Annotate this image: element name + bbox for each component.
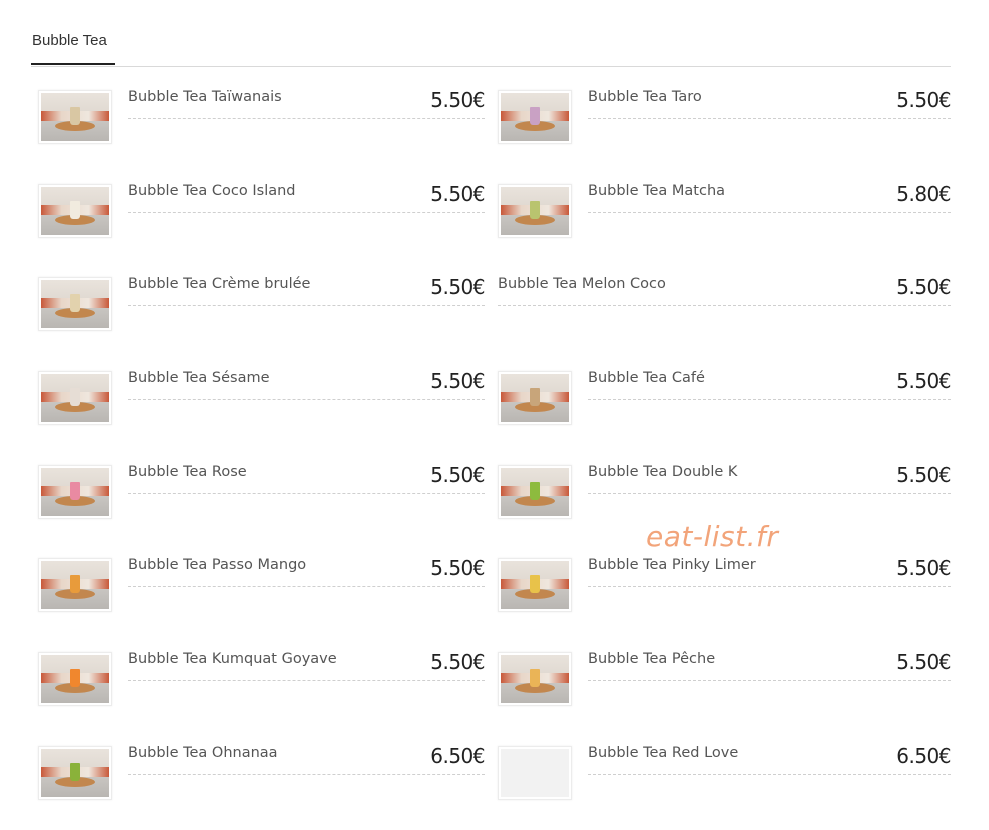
dotted-divider	[588, 399, 951, 401]
dotted-divider	[128, 680, 485, 682]
menu-item-name: Bubble Tea Kumquat Goyave	[128, 651, 337, 668]
menu-item-price: 5.50€	[896, 556, 951, 581]
menu-item-name: Bubble Tea Taïwanais	[128, 89, 282, 105]
menu-item-name: Bubble Tea Red Love	[588, 744, 739, 761]
menu-item-name: Bubble Tea Melon Coco	[498, 276, 666, 293]
dotted-divider	[128, 211, 485, 213]
menu-item-price: 5.80€	[896, 181, 951, 206]
menu-item-name: Bubble Tea Sésame	[128, 370, 270, 387]
menu-item-price: 5.50€	[430, 275, 485, 300]
dotted-divider	[588, 773, 951, 775]
menu-item[interactable]: Bubble Tea Taïwanais 5.50€	[31, 80, 491, 174]
menu-item[interactable]: Bubble Tea Rose 5.50€	[31, 455, 491, 549]
drink-photo	[41, 280, 109, 329]
menu-item-name: Bubble Tea Pêche	[588, 651, 716, 668]
menu-item[interactable]: Bubble Tea Coco Island 5.50€	[31, 174, 491, 268]
menu-item[interactable]: Bubble Tea Red Love 6.50€	[491, 736, 951, 830]
menu-item-price: 5.50€	[430, 88, 485, 112]
menu-item[interactable]: Bubble Tea Café 5.50€	[491, 361, 951, 455]
menu-item[interactable]: Bubble Tea Crème brulée 5.50€	[31, 267, 491, 361]
drink-photo	[41, 374, 109, 423]
menu-item-price: 5.50€	[430, 556, 485, 581]
dotted-divider	[588, 211, 951, 213]
menu-item[interactable]: Bubble Tea Pêche 5.50€	[491, 642, 951, 736]
menu-item-name: Bubble Tea Pinky Limer	[588, 557, 756, 574]
menu-item-image[interactable]	[38, 464, 112, 519]
dotted-divider	[588, 680, 951, 682]
menu-item[interactable]: Bubble Tea Passo Mango 5.50€	[31, 548, 491, 642]
menu-item-image[interactable]	[498, 183, 572, 238]
menu-item[interactable]: Bubble Tea Ohnanaa 6.50€	[31, 736, 491, 830]
menu-item-name: Bubble Tea Coco Island	[128, 182, 296, 199]
dotted-divider	[588, 118, 951, 119]
menu-item-price: 6.50€	[896, 743, 951, 768]
menu-item-image[interactable]	[38, 558, 112, 613]
dotted-divider	[128, 118, 485, 119]
watermark: eat-list.fr	[646, 520, 779, 553]
menu-item-name: Bubble Tea Café	[588, 370, 705, 387]
menu-item-name: Bubble Tea Passo Mango	[128, 557, 307, 574]
dotted-divider	[128, 305, 485, 307]
drink-photo	[41, 561, 109, 610]
menu-item-image[interactable]	[38, 652, 112, 707]
tab-bubble-tea[interactable]: Bubble Tea	[31, 0, 115, 65]
dotted-divider	[128, 399, 485, 401]
dotted-divider	[588, 492, 951, 494]
drink-photo	[41, 186, 109, 235]
menu-item[interactable]: Bubble Tea Kumquat Goyave 5.50€	[31, 642, 491, 736]
menu-item[interactable]: Bubble Tea Sésame 5.50€	[31, 361, 491, 455]
category-tabs: Bubble Tea	[31, 0, 951, 67]
drink-photo	[41, 467, 109, 516]
menu-item-image[interactable]	[498, 558, 572, 613]
menu-item-name: Bubble Tea Ohnanaa	[128, 744, 278, 761]
dotted-divider	[128, 586, 485, 588]
drink-photo	[501, 655, 569, 704]
menu-item-price: 5.50€	[896, 462, 951, 487]
menu-item-name: Bubble Tea Taro	[588, 89, 702, 105]
dotted-divider	[498, 305, 951, 307]
menu-item-price: 5.50€	[896, 650, 951, 675]
menu-item-name: Bubble Tea Rose	[128, 463, 247, 480]
drink-photo	[501, 186, 569, 235]
menu-item-name: Bubble Tea Crème brulée	[128, 276, 311, 293]
menu-item-image[interactable]	[498, 745, 572, 800]
drink-photo	[41, 748, 109, 797]
menu-item-name: Bubble Tea Matcha	[588, 182, 726, 199]
menu-item-name: Bubble Tea Double K	[588, 463, 738, 480]
menu-item-price: 6.50€	[430, 743, 485, 768]
menu-item-image[interactable]	[498, 371, 572, 426]
menu-item-image[interactable]	[498, 464, 572, 519]
menu-item-image[interactable]	[38, 745, 112, 800]
drink-photo	[501, 748, 569, 797]
menu-item[interactable]: Bubble Tea Taro 5.50€	[491, 80, 951, 174]
drink-photo	[501, 561, 569, 610]
menu-item-image[interactable]	[38, 183, 112, 238]
menu-item[interactable]: Bubble Tea Melon Coco 5.50€	[491, 267, 951, 361]
menu-item-price: 5.50€	[430, 650, 485, 675]
drink-photo	[501, 374, 569, 423]
menu-item[interactable]: Bubble Tea Pinky Limer 5.50€	[491, 548, 951, 642]
drink-photo	[501, 467, 569, 516]
menu-item-price: 5.50€	[430, 181, 485, 206]
dotted-divider	[128, 773, 485, 775]
drink-photo	[41, 655, 109, 704]
drink-photo	[501, 93, 569, 141]
menu-item-image[interactable]	[38, 90, 112, 144]
menu-item-price: 5.50€	[896, 88, 951, 112]
menu-item-price: 5.50€	[430, 369, 485, 394]
dotted-divider	[588, 586, 951, 588]
menu-item[interactable]: Bubble Tea Matcha 5.80€	[491, 174, 951, 268]
menu-list: Bubble Tea Taïwanais 5.50€ Bubble Tea Taro…	[31, 80, 951, 830]
drink-photo	[41, 93, 109, 141]
dotted-divider	[128, 492, 485, 494]
menu-item-price: 5.50€	[896, 275, 951, 300]
menu-item-image[interactable]	[498, 652, 572, 707]
menu-item-image[interactable]	[498, 90, 572, 144]
menu-item-price: 5.50€	[430, 462, 485, 487]
menu-item-image[interactable]	[38, 371, 112, 426]
menu-item-price: 5.50€	[896, 369, 951, 394]
menu-item-image[interactable]	[38, 277, 112, 332]
